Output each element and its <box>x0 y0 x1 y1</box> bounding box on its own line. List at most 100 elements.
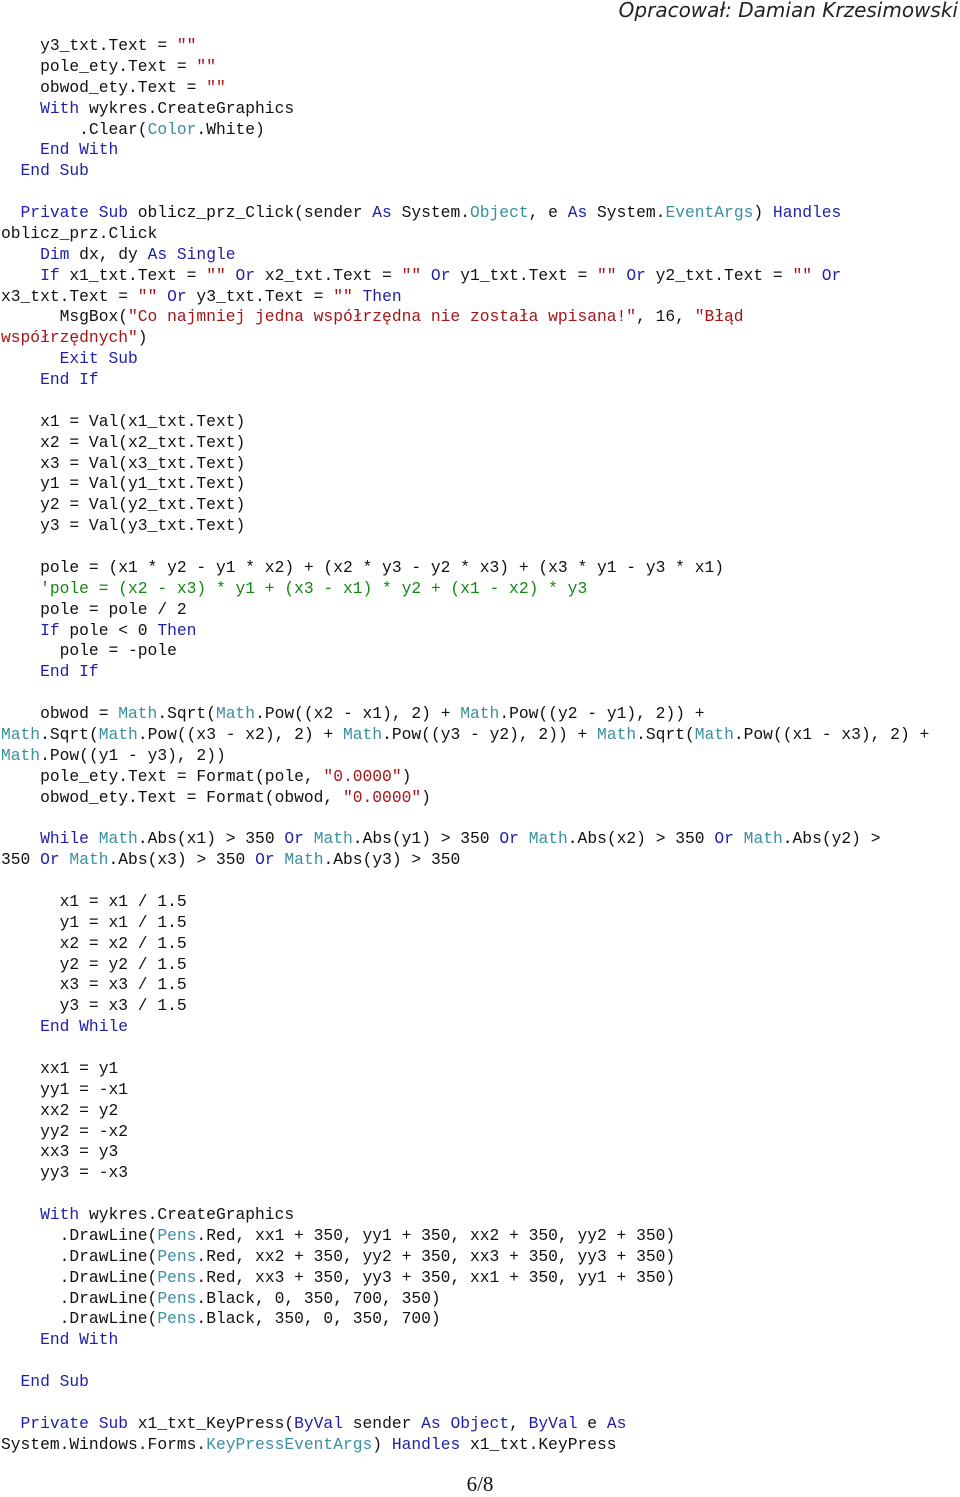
code-text: yy2 = -x2 <box>1 1121 129 1141</box>
type-name: Pens <box>157 1225 197 1245</box>
code-text: pole = pole / 2 <box>1 599 187 619</box>
code-text: oblicz_prz_Click(sender <box>128 203 373 222</box>
keyword: Exit Sub <box>1 349 138 369</box>
code-text: yy3 = -x3 <box>1 1163 129 1183</box>
type-name: Math <box>597 724 637 744</box>
code-line: współrzędnych") <box>1 328 959 349</box>
code-line: pole = pole / 2 <box>1 600 959 621</box>
keyword: ByVal <box>528 1413 578 1433</box>
code-text: pole = (x1 * y2 - y1 * x2) + (x2 * y3 - … <box>1 557 725 577</box>
string-literal: "" <box>206 265 226 285</box>
code-text: y1_txt.Text = <box>450 265 598 285</box>
string-literal: "" <box>137 286 158 306</box>
code-line: y3 = Val(y3_txt.Text) <box>1 516 959 537</box>
keyword: As Object <box>421 1413 510 1433</box>
code-text: x2_txt.Text = <box>255 265 402 285</box>
type-name: Math <box>118 704 158 723</box>
keyword: End If <box>1 662 99 682</box>
code-text: sender <box>342 1413 422 1433</box>
code-text: .Sqrt( <box>636 724 695 744</box>
code-text: xx3 = y3 <box>1 1142 119 1162</box>
code-text: yy1 = -x1 <box>1 1079 129 1099</box>
code-text: y3 = Val(y3_txt.Text) <box>1 516 246 536</box>
code-text: ) <box>421 787 431 807</box>
type-name: EventArgs <box>665 203 754 222</box>
code-text: .DrawLine( <box>1 1288 158 1308</box>
code-text: .DrawLine( <box>1 1225 158 1245</box>
code-text: x3 = x3 / 1.5 <box>1 975 187 995</box>
code-text: x3_txt.Text = <box>1 286 138 306</box>
keyword: As <box>606 1413 627 1433</box>
code-text: dx, dy <box>69 244 148 264</box>
code-line: y3 = x3 / 1.5 <box>1 996 959 1017</box>
code-text: .Abs(y3) > 350 <box>323 850 461 870</box>
code-line: .DrawLine(Pens.Red, xx1 + 350, yy1 + 350… <box>1 1226 959 1247</box>
code-text: .Clear( <box>1 119 148 139</box>
type-name: Pens <box>157 1309 197 1329</box>
string-literal: "" <box>206 77 226 97</box>
keyword: If <box>1 620 60 640</box>
code-text: obwod = <box>1 704 119 723</box>
code-line: End Sub <box>1 161 959 182</box>
keyword: Or <box>40 850 60 870</box>
code-line: 'pole = (x2 - x3) * y1 + (x3 - x1) * y2 … <box>1 579 959 600</box>
type-name: Math <box>313 829 353 849</box>
code-text: y3_txt.Text = <box>186 286 334 306</box>
code-line: System.Windows.Forms.KeyPressEventArgs) … <box>1 1435 959 1456</box>
author-header: Opracował: Damian Krzesimowski <box>618 0 958 22</box>
code-line: 350 Or Math.Abs(x3) > 350 Or Math.Abs(y3… <box>1 850 959 871</box>
code-text: .DrawLine( <box>1 1246 158 1266</box>
code-line: pole = (x1 * y2 - y1 * x2) + (x2 * y3 - … <box>1 558 959 579</box>
type-name: Math <box>528 829 568 849</box>
code-line: Math.Pow((y1 - y3), 2)) <box>1 746 959 767</box>
keyword: End Sub <box>1 161 89 181</box>
code-text: pole_ety.Text = Format(pole, <box>1 766 324 786</box>
code-text: x2 = Val(x2_txt.Text) <box>1 432 246 452</box>
code-text: .Pow((x3 - x2), 2) + <box>137 724 343 744</box>
keyword: If <box>1 265 60 285</box>
keyword: Dim <box>1 244 70 264</box>
keyword: Or <box>255 850 275 870</box>
keyword: Or <box>157 286 187 306</box>
code-text: .Red, xx1 + 350, yy1 + 350, xx2 + 350, y… <box>196 1225 676 1245</box>
code-line: y3_txt.Text = "" <box>1 36 959 57</box>
code-line: End While <box>1 1017 959 1038</box>
code-line: End Sub <box>1 1372 959 1393</box>
string-literal: "" <box>176 36 197 55</box>
code-text: wykres.CreateGraphics <box>79 98 295 118</box>
keyword: Or <box>616 265 646 285</box>
type-name: Math <box>98 829 138 849</box>
code-line: x2 = x2 / 1.5 <box>1 934 959 955</box>
keyword: With <box>1 98 80 118</box>
code-text: .White) <box>196 119 265 139</box>
code-text: y1 = Val(y1_txt.Text) <box>1 474 246 494</box>
code-text: e <box>577 1413 607 1433</box>
code-line: obwod_ety.Text = Format(obwod, "0.0000") <box>1 788 959 809</box>
code-line: Dim dx, dy As Single <box>1 245 959 266</box>
keyword: Private Sub <box>1 1413 129 1433</box>
code-line: y2 = y2 / 1.5 <box>1 955 959 976</box>
code-text: MsgBox( <box>1 307 129 327</box>
code-line: With wykres.CreateGraphics <box>1 1205 959 1226</box>
code-line: obwod_ety.Text = "" <box>1 78 959 99</box>
code-text: ) <box>372 1434 392 1454</box>
code-line: If x1_txt.Text = "" Or x2_txt.Text = "" … <box>1 266 959 287</box>
keyword: Or <box>499 829 519 849</box>
code-line: x3 = Val(x3_txt.Text) <box>1 454 959 475</box>
keyword: As <box>567 203 588 222</box>
code-text: xx1 = y1 <box>1 1058 119 1078</box>
code-text: y2 = Val(y2_txt.Text) <box>1 495 246 515</box>
code-line: End If <box>1 662 959 683</box>
code-text: , e <box>528 203 568 222</box>
keyword: Then <box>352 286 402 306</box>
type-name: Math <box>215 704 256 723</box>
code-text: System. <box>587 203 666 222</box>
code-line: x2 = Val(x2_txt.Text) <box>1 433 959 454</box>
